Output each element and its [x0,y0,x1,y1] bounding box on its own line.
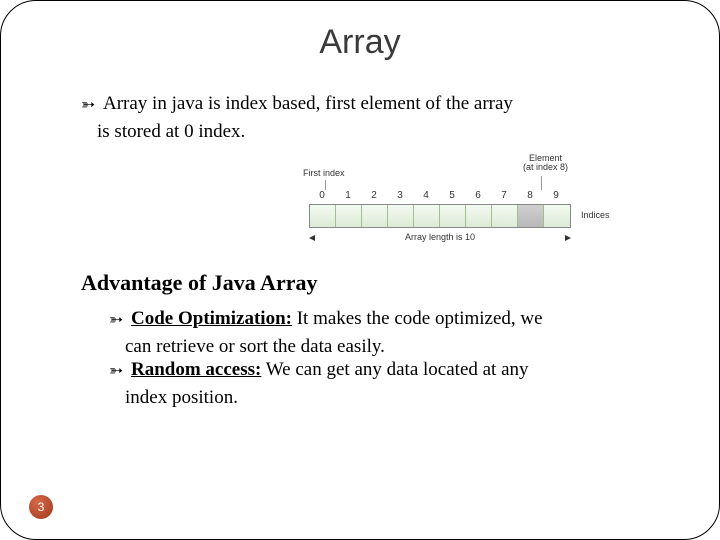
array-cell [440,205,466,227]
index-cell: 4 [413,190,439,205]
index-cell: 5 [439,190,465,205]
slide: Array ➳ Array in java is index based, fi… [0,0,720,540]
first-index-label: First index [303,168,345,179]
array-diagram: First index Element (at index 8) 0 1 2 3… [281,154,611,244]
adv1-text-b: can retrieve or sort the data easily. [109,335,657,359]
advantage-heading: Advantage of Java Array [81,269,657,297]
bullet-intro-line1: Array in java is index based, first elem… [103,93,513,114]
index-cell: 3 [387,190,413,205]
array-cell [492,205,518,227]
advantage-list: ➳ Code Optimization: It makes the code o… [81,307,657,410]
index-cell: 0 [309,190,335,205]
indices-caption: Indices [581,210,610,221]
bullet-intro-cont: is stored at 0 index. [81,120,657,144]
array-cell [336,205,362,227]
content-area: ➳ Array in java is index based, first el… [1,72,719,410]
array-cell [362,205,388,227]
length-label: Array length is 10 [361,232,519,243]
bullet-icon: ➳ [109,309,123,330]
index-cell: 2 [361,190,387,205]
bullet-icon: ➳ [109,360,123,381]
slide-title: Array [1,1,719,72]
cells-row: Indices [309,204,611,228]
page-number-badge: 3 [29,495,53,519]
element-label: Element (at index 8) [523,154,568,174]
element-pointer [541,176,542,190]
adv2-title: Random access: [131,359,261,380]
advantage-item-2: ➳ Random access: We can get any data loc… [109,358,657,382]
index-cell: 8 [517,190,543,205]
adv2-text-b: index position. [109,386,657,410]
array-cells [309,204,571,228]
bullet-intro: ➳ Array in java is index based, first el… [81,92,657,116]
arrow-left-icon [309,235,315,241]
arrow-right-icon [565,235,571,241]
array-cell [466,205,492,227]
index-cell: 1 [335,190,361,205]
diagram-column: 0 1 2 3 4 5 6 7 8 9 [309,190,611,244]
array-cell [544,205,570,227]
index-header-row: 0 1 2 3 4 5 6 7 8 9 [309,190,611,205]
advantage-item-1: ➳ Code Optimization: It makes the code o… [109,307,657,331]
array-cell [414,205,440,227]
array-cell [310,205,336,227]
element-label-line2: (at index 8) [523,163,568,173]
index-cell: 9 [543,190,569,205]
array-cell-highlight [518,205,544,227]
adv2-text-a: We can get any data located at any [261,359,528,380]
index-cell: 7 [491,190,517,205]
bullet-icon: ➳ [81,94,95,115]
length-row: Array length is 10 [309,232,571,243]
index-cell: 6 [465,190,491,205]
diagram-labels: First index Element (at index 8) [281,154,611,190]
first-index-pointer [325,180,326,190]
array-cell [388,205,414,227]
adv1-title: Code Optimization: [131,308,292,329]
adv1-text-a: It makes the code optimized, we [292,308,543,329]
